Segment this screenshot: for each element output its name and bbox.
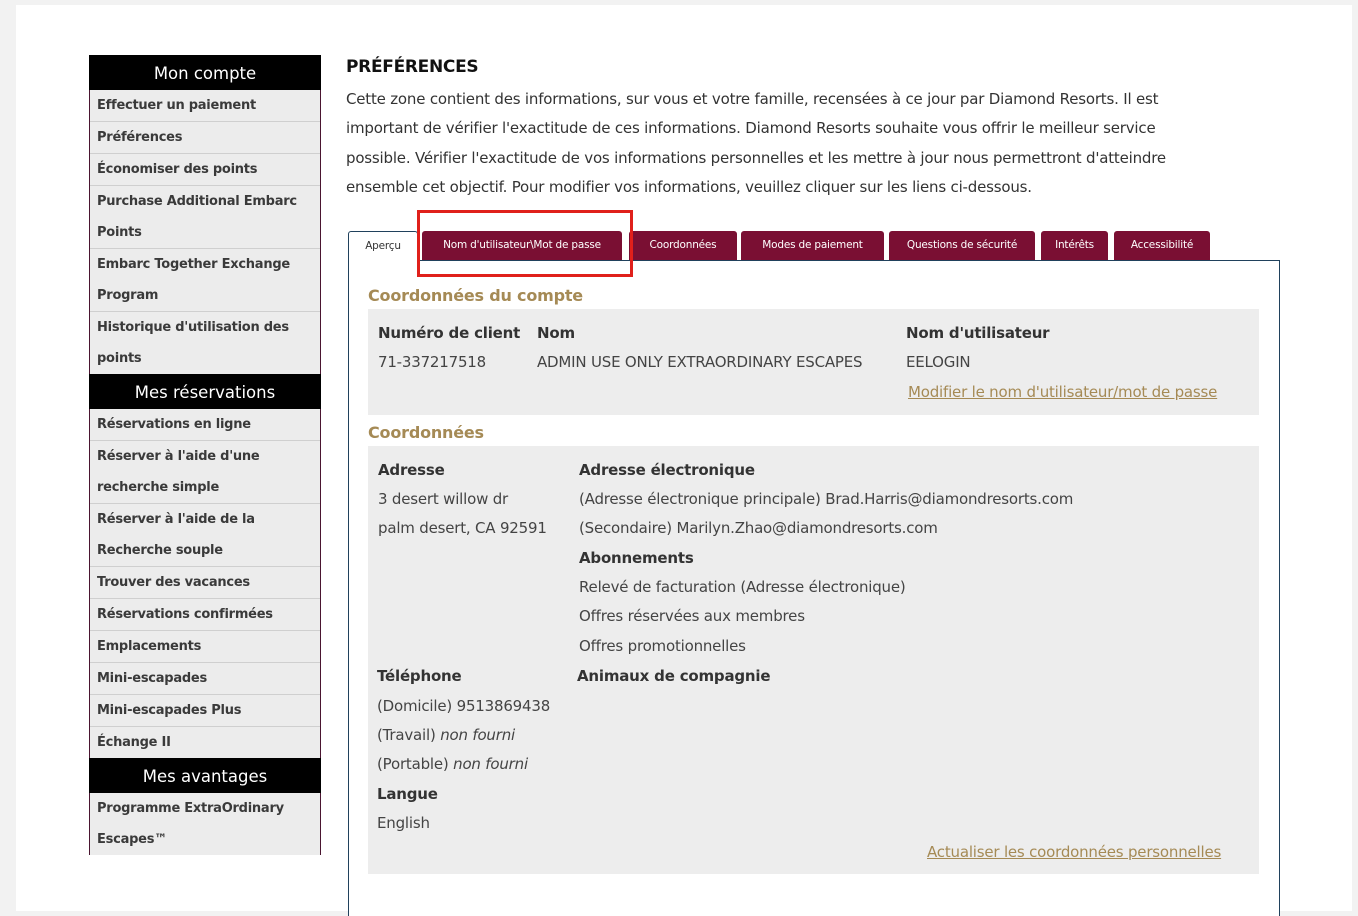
sidebar: Mon compte Effectuer un paiement Préfére… [89, 55, 321, 875]
phone-mobile: (Portable) non fourni [377, 755, 528, 773]
sidebar-group-account: Effectuer un paiement Préférences Économ… [89, 90, 321, 374]
language-label: Langue [377, 785, 438, 803]
phone-home: (Domicile) 9513869438 [377, 697, 550, 715]
sidebar-item-exchange-ii[interactable]: Échange II [90, 727, 320, 758]
phone-work-prefix: (Travail) [377, 726, 436, 744]
pets-label: Animaux de compagnie [577, 667, 771, 685]
phone-work: (Travail) non fourni [377, 726, 515, 744]
sidebar-item-purchase-embarc-cont[interactable]: Points [90, 217, 320, 249]
subscriptions-label: Abonnements [579, 549, 694, 567]
sidebar-heading-reservations: Mes réservations [89, 374, 321, 409]
client-number-value: 71-337217518 [378, 353, 486, 371]
sidebar-item-simple-search-cont[interactable]: recherche simple [90, 472, 320, 504]
modify-username-password-link[interactable]: Modifier le nom d'utilisateur/mot de pas… [908, 383, 1217, 401]
phone-mobile-value: non fourni [453, 755, 528, 773]
sidebar-heading-benefits: Mes avantages [89, 758, 321, 793]
subscription-item: Offres réservées aux membres [579, 607, 805, 625]
email-label: Adresse électronique [579, 461, 755, 479]
name-value: ADMIN USE ONLY EXTRAORDINARY ESCAPES [537, 353, 863, 371]
tab-payment-methods[interactable]: Modes de paiement [741, 231, 884, 260]
intro-line: Cette zone contient des informations, su… [346, 90, 1159, 108]
address-line1: 3 desert willow dr [378, 490, 508, 508]
sidebar-item-flexible-search-cont[interactable]: Recherche souple [90, 535, 320, 567]
sidebar-item-embarc-exchange-cont[interactable]: Program [90, 280, 320, 312]
update-contact-link[interactable]: Actualiser les coordonnées personnelles [927, 843, 1221, 861]
sidebar-item-online-reservations[interactable]: Réservations en ligne [90, 409, 320, 441]
contact-info-box [368, 446, 1259, 874]
intro-line: ensemble cet objectif. Pour modifier vos… [346, 177, 1032, 196]
tab-overview[interactable]: Aperçu [348, 231, 418, 262]
tab-security-questions[interactable]: Questions de sécurité [889, 231, 1035, 260]
tab-contact-details[interactable]: Coordonnées [629, 231, 737, 260]
username-value: EELOGIN [906, 353, 971, 371]
subscription-item: Relevé de facturation (Adresse électroni… [579, 578, 906, 596]
sidebar-group-reservations: Réservations en ligne Réserver à l'aide … [89, 409, 321, 758]
sidebar-item-points-history-cont[interactable]: points [90, 343, 320, 374]
intro-text: Cette zone contient des informations, su… [346, 85, 1236, 202]
name-label: Nom [537, 324, 575, 342]
phone-label: Téléphone [377, 667, 462, 685]
sidebar-item-mini-escapes-plus[interactable]: Mini-escapades Plus [90, 695, 320, 727]
sidebar-heading-account: Mon compte [89, 55, 321, 90]
sidebar-group-benefits: Programme ExtraOrdinary Escapes™ [89, 793, 321, 855]
sidebar-item-purchase-embarc[interactable]: Purchase Additional Embarc [90, 186, 320, 217]
main-content: PRÉFÉRENCES Cette zone contient des info… [346, 55, 1246, 202]
sidebar-item-flexible-search[interactable]: Réserver à l'aide de la [90, 504, 320, 535]
subscription-item: Offres promotionnelles [579, 637, 746, 655]
sidebar-item-mini-escapes[interactable]: Mini-escapades [90, 663, 320, 695]
phone-mobile-prefix: (Portable) [377, 755, 449, 773]
sidebar-item-extraordinary-escapes[interactable]: Programme ExtraOrdinary [90, 793, 320, 824]
email-secondary: (Secondaire) Marilyn.Zhao@diamondresorts… [579, 519, 938, 537]
address-label: Adresse [378, 461, 445, 479]
sidebar-item-embarc-exchange[interactable]: Embarc Together Exchange [90, 249, 320, 280]
sidebar-item-simple-search[interactable]: Réserver à l'aide d'une [90, 441, 320, 472]
tab-interests[interactable]: Intérêts [1041, 231, 1108, 260]
language-value: English [377, 814, 430, 832]
email-primary: (Adresse électronique principale) Brad.H… [579, 490, 1074, 508]
client-number-label: Numéro de client [378, 324, 521, 342]
sidebar-item-extraordinary-escapes-cont[interactable]: Escapes™ [90, 824, 320, 855]
phone-home-prefix: (Domicile) [377, 697, 453, 715]
sidebar-item-find-vacations[interactable]: Trouver des vacances [90, 567, 320, 599]
intro-line: important de vérifier l'exactitude de ce… [346, 119, 1156, 138]
phone-home-value: 9513869438 [456, 697, 551, 715]
account-section-title: Coordonnées du compte [368, 286, 583, 305]
page-title: PRÉFÉRENCES [346, 57, 479, 77]
address-line2: palm desert, CA 92591 [378, 519, 547, 537]
sidebar-item-make-payment[interactable]: Effectuer un paiement [90, 90, 320, 122]
sidebar-item-confirmed-reservations[interactable]: Réservations confirmées [90, 599, 320, 631]
tab-accessibility[interactable]: Accessibilité [1114, 231, 1210, 260]
tab-username-password[interactable]: Nom d'utilisateur\Mot de passe [422, 231, 622, 260]
intro-line: possible. Vérifier l'exactitude de vos i… [346, 148, 1166, 167]
phone-work-value: non fourni [440, 726, 515, 744]
sidebar-item-preferences[interactable]: Préférences [90, 122, 320, 154]
sidebar-item-points-history[interactable]: Historique d'utilisation des [90, 312, 320, 343]
username-label: Nom d'utilisateur [906, 324, 1050, 342]
contact-section-title: Coordonnées [368, 423, 484, 442]
sidebar-item-locations[interactable]: Emplacements [90, 631, 320, 663]
sidebar-item-save-points[interactable]: Économiser des points [90, 154, 320, 186]
